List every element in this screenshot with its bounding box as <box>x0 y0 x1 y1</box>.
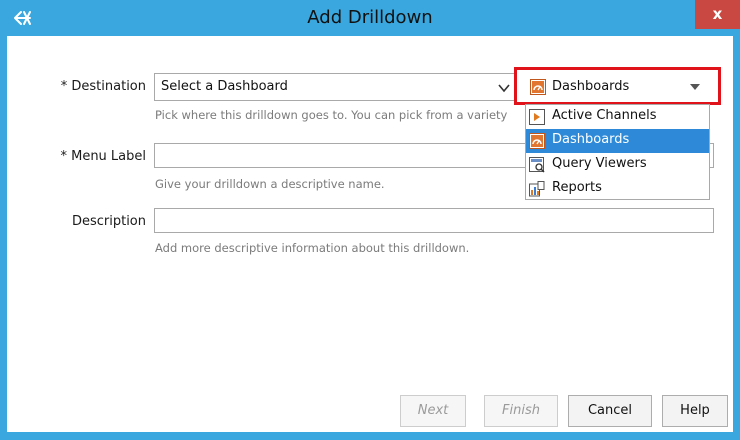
destination-value: Select a Dashboard <box>161 79 288 94</box>
dropdown-arrow-icon[interactable] <box>690 84 700 90</box>
description-hint: Add more descriptive information about t… <box>155 241 470 255</box>
menu-label-hint: Give your drilldown a descriptive name. <box>155 177 385 191</box>
report-icon <box>529 181 545 197</box>
description-input[interactable] <box>154 208 714 233</box>
next-button[interactable]: Next <box>400 395 466 427</box>
window-title: Add Drilldown <box>307 7 433 28</box>
option-label: Query Viewers <box>552 156 647 171</box>
dashboard-icon <box>529 133 545 149</box>
destination-label: * Destination <box>60 79 146 94</box>
option-reports[interactable]: Reports <box>526 177 709 201</box>
option-label: Dashboards <box>552 132 630 147</box>
cancel-button[interactable]: Cancel <box>568 395 652 427</box>
option-dashboards[interactable]: Dashboards <box>526 129 709 153</box>
option-active-channels[interactable]: Active Channels <box>526 105 709 129</box>
dashboard-icon <box>530 79 546 95</box>
query-viewer-icon <box>529 157 545 173</box>
option-label: Active Channels <box>552 108 657 123</box>
help-button[interactable]: Help <box>662 395 728 427</box>
chevron-down-icon[interactable] <box>498 83 510 93</box>
active-channel-icon <box>529 109 545 125</box>
finish-button[interactable]: Finish <box>484 395 558 427</box>
option-query-viewers[interactable]: Query Viewers <box>526 153 709 177</box>
type-dropdown-list: Active Channels Dashboards Query Viewers… <box>525 104 710 200</box>
option-label: Reports <box>552 180 602 195</box>
menu-label-label: * Menu Label <box>60 149 146 164</box>
destination-hint: Pick where this drilldown goes to. You c… <box>155 108 508 122</box>
destination-combo[interactable]: Select a Dashboard <box>154 73 517 101</box>
close-button[interactable]: x <box>695 0 740 29</box>
type-select[interactable]: Dashboards <box>514 67 721 105</box>
description-label: Description <box>71 214 146 229</box>
type-select-value: Dashboards <box>552 79 630 94</box>
